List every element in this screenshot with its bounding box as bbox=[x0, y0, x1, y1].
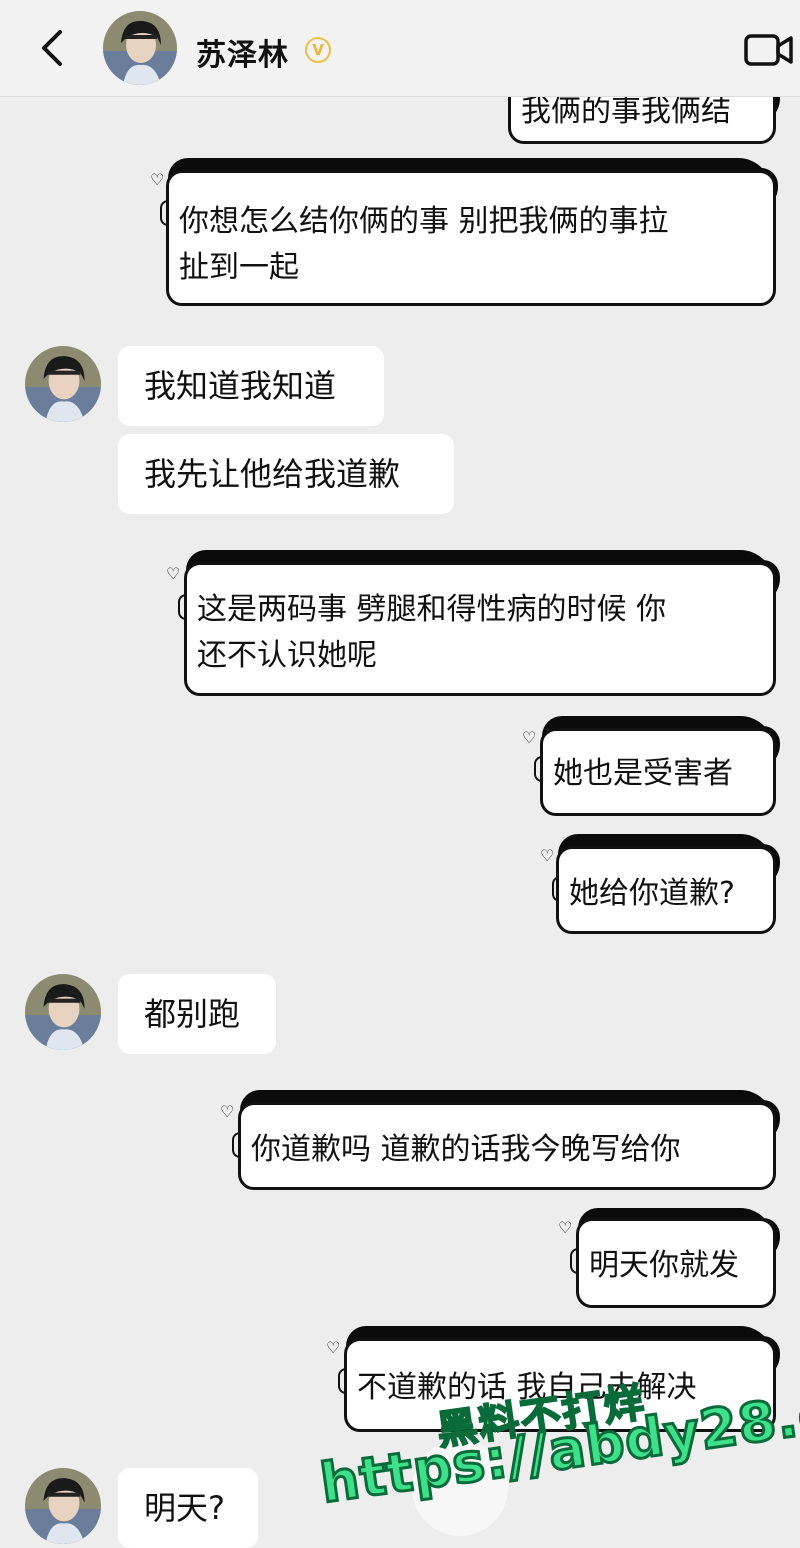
message-text: 都别跑 bbox=[144, 995, 241, 1033]
incoming-message[interactable]: 明天? bbox=[118, 1468, 258, 1548]
message-text: 她也是受害者 bbox=[553, 756, 733, 791]
message-text: 明天? bbox=[144, 1489, 225, 1527]
video-call-icon bbox=[744, 34, 793, 66]
outgoing-message[interactable]: 她也是受害者 bbox=[540, 728, 776, 816]
chat-header: 苏泽林 V bbox=[0, 0, 800, 97]
message-text: 我先让他给我道歉 bbox=[144, 455, 401, 493]
message-text-line: 还不认识她呢 bbox=[197, 638, 377, 673]
heart-icon: ♡ bbox=[540, 846, 555, 865]
message-text-line: 扯到一起 bbox=[179, 250, 299, 285]
video-call-button[interactable] bbox=[744, 32, 794, 68]
message-text: 她给你道歉? bbox=[569, 876, 735, 911]
heart-icon: ♡ bbox=[522, 728, 537, 747]
contact-avatar[interactable] bbox=[103, 11, 177, 85]
heart-icon: ♡ bbox=[150, 170, 165, 189]
message-text-line: 这是两码事 劈腿和得性病的时候 你 bbox=[197, 592, 667, 627]
sender-avatar[interactable] bbox=[25, 346, 101, 422]
incoming-message[interactable]: 都别跑 bbox=[118, 974, 276, 1054]
back-button[interactable] bbox=[34, 28, 74, 68]
heart-icon: ♡ bbox=[166, 564, 181, 583]
heart-icon: ♡ bbox=[220, 1102, 235, 1121]
heart-icon: ♡ bbox=[558, 1218, 573, 1237]
heart-icon: ♡ bbox=[326, 1338, 341, 1357]
sender-avatar[interactable] bbox=[25, 974, 101, 1050]
message-text: 我知道我知道 bbox=[144, 367, 337, 405]
outgoing-message[interactable]: 明天你就发 bbox=[576, 1218, 776, 1308]
outgoing-message[interactable]: 这是两码事 劈腿和得性病的时候 你 还不认识她呢 bbox=[184, 562, 776, 696]
message-text: 明天你就发 bbox=[589, 1248, 739, 1283]
incoming-message[interactable]: 我先让他给我道歉 bbox=[118, 434, 454, 514]
chevron-left-icon bbox=[42, 30, 62, 66]
outgoing-message[interactable]: 她给你道歉? bbox=[556, 846, 776, 934]
verified-v-badge-icon: V bbox=[305, 37, 331, 63]
outgoing-message[interactable]: 你道歉吗 道歉的话我今晚写给你 bbox=[238, 1102, 776, 1190]
contact-name: 苏泽林 bbox=[196, 38, 289, 73]
incoming-message[interactable]: 我知道我知道 bbox=[118, 346, 384, 426]
outgoing-message[interactable]: 你想怎么结你俩的事 别把我俩的事拉 扯到一起 bbox=[166, 170, 776, 306]
message-text: 你道歉吗 道歉的话我今晚写给你 bbox=[251, 1132, 681, 1167]
message-text: 我俩的事我俩结 bbox=[521, 94, 731, 129]
message-text-line: 你想怎么结你俩的事 别把我俩的事拉 bbox=[179, 204, 669, 239]
